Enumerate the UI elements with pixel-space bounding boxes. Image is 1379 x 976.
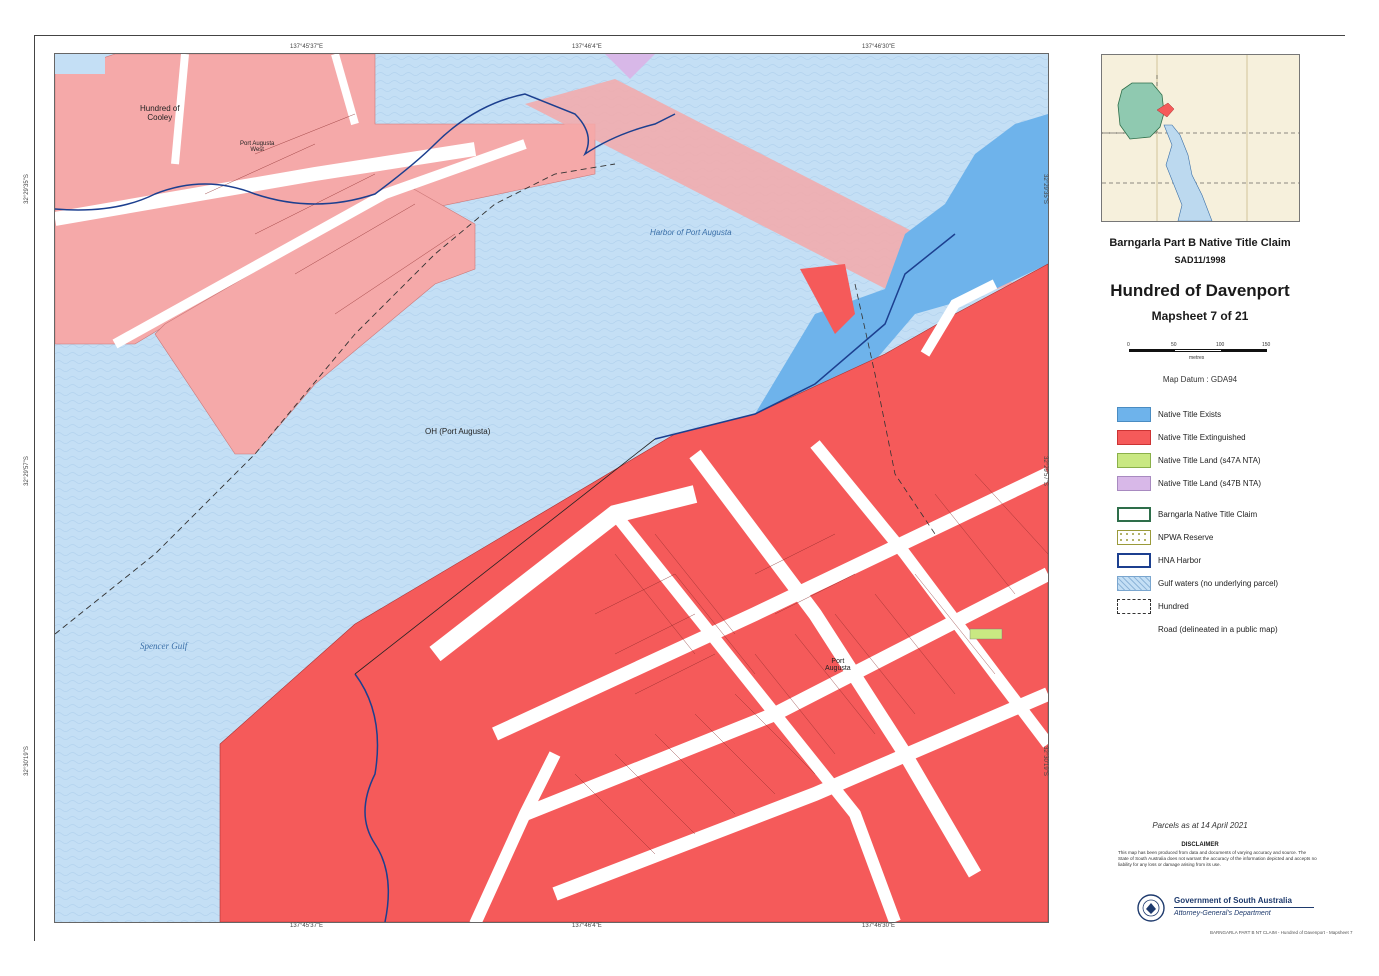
scale-label-1: 50 — [1171, 342, 1177, 348]
tick-bottom-1: 137°45'37"E — [290, 923, 324, 929]
tick-right-1: 32°29'35"S — [1041, 174, 1048, 204]
gov-divider — [1174, 907, 1314, 908]
tick-bottom-2: 137°46'4"E — [572, 923, 602, 929]
water-corner — [55, 54, 105, 74]
legend-swatch — [1117, 407, 1151, 422]
legend-label: Native Title Land (s47A NTA) — [1158, 456, 1261, 465]
label-harbor: Harbor of Port Augusta — [650, 228, 732, 237]
claim-code: SAD11/1998 — [1174, 255, 1226, 265]
legend-swatch — [1117, 553, 1151, 568]
legend-swatch — [1117, 599, 1151, 614]
legend-swatch — [1117, 507, 1151, 522]
map-frame[interactable]: Hundred of Cooley Port Augusta West Harb… — [54, 53, 1049, 923]
legend-swatch — [1117, 530, 1151, 545]
legend-label: Gulf waters (no underlying parcel) — [1158, 579, 1279, 588]
map-canvas — [55, 54, 1048, 922]
legend-swatch — [1117, 622, 1151, 637]
legend-item-s47b: Native Title Land (s47B NTA) — [1117, 476, 1327, 492]
scale-unit: metres — [1189, 355, 1205, 361]
tick-top-2: 137°46'4"E — [572, 44, 602, 50]
s47a-parcel — [969, 628, 1003, 640]
mapsheet-title: Mapsheet 7 of 21 — [1151, 309, 1249, 323]
scale-seg-3 — [1221, 349, 1267, 352]
tick-top-1: 137°45'37"E — [290, 44, 324, 50]
tick-bottom-3: 137°46'30"E — [862, 923, 896, 929]
disclaimer-title: DISCLAIMER — [1181, 842, 1219, 848]
map-datum: Map Datum : GDA94 — [1162, 375, 1238, 384]
tick-right-3: 32°30'19"S — [1041, 746, 1048, 776]
legend-item-claim: Barngarla Native Title Claim — [1117, 507, 1327, 523]
legend-item-s47a: Native Title Land (s47A NTA) — [1117, 453, 1327, 469]
government-logo: Government of South Australia Attorney-G… — [1136, 893, 1316, 925]
locator-svg — [1102, 55, 1299, 221]
locator-inset-map[interactable] — [1101, 54, 1300, 222]
tick-top-3: 137°46'30"E — [862, 44, 896, 50]
scale-label-2: 100 — [1216, 342, 1225, 348]
tick-left-3: 32°30'19"S — [23, 746, 30, 776]
legend-item-hundred: Hundred — [1117, 599, 1327, 615]
scale-label-3: 150 — [1262, 342, 1271, 348]
legend-swatch — [1117, 476, 1151, 491]
legend-label: Hundred — [1158, 602, 1189, 611]
legend-item-hna-harbor: HNA Harbor — [1117, 553, 1327, 569]
scale-label-0: 0 — [1127, 342, 1130, 348]
legend-label: Road (delineated in a public map) — [1158, 625, 1278, 634]
label-port-augusta: Port Augusta — [825, 658, 851, 672]
legend-item-road: Road (delineated in a public map) — [1117, 622, 1327, 638]
legend-item-nt-exists: Native Title Exists — [1117, 407, 1327, 423]
legend-label: Native Title Land (s47B NTA) — [1158, 479, 1262, 488]
label-hundred-cooley: Hundred of Cooley — [140, 104, 180, 122]
scale-bar: 0 50 100 150 metres — [1125, 342, 1275, 362]
parcels-date: Parcels as at 14 April 2021 — [1152, 821, 1248, 830]
sa-crest-icon — [1137, 894, 1165, 922]
tick-right-2: 32°29'57"S — [1041, 456, 1048, 486]
disclaimer-text: This map has been produced from data and… — [1118, 850, 1317, 867]
claim-title: Barngarla Part B Native Title Claim — [1109, 237, 1291, 249]
gov-name: Government of South Australia — [1174, 896, 1292, 905]
gov-dept: Attorney-General's Department — [1174, 910, 1271, 917]
legend-item-npwa: NPWA Reserve — [1117, 530, 1327, 546]
legend-item-nt-extinguished: Native Title Extinguished — [1117, 430, 1327, 446]
legend-label: HNA Harbor — [1158, 556, 1202, 565]
legend-label: Barngarla Native Title Claim — [1158, 510, 1258, 519]
footer-code: BARNGARLA PART B NT CLAIM - Hundred of D… — [1210, 930, 1353, 935]
label-oh-port-augusta: OH (Port Augusta) — [425, 427, 491, 436]
label-port-augusta-west: Port Augusta West — [240, 141, 275, 153]
legend-label: Native Title Extinguished — [1158, 433, 1246, 442]
legend-label: NPWA Reserve — [1158, 533, 1214, 542]
tick-left-1: 32°29'35"S — [23, 174, 30, 204]
legend-swatch — [1117, 453, 1151, 468]
hundred-title: Hundred of Davenport — [1110, 281, 1290, 300]
label-spencer-gulf: Spencer Gulf — [140, 641, 188, 651]
legend-panel: Barngarla Part B Native Title Claim SAD1… — [1070, 53, 1352, 935]
legend-label: Native Title Exists — [1158, 410, 1222, 419]
legend-swatch — [1117, 576, 1151, 591]
legend-swatch — [1117, 430, 1151, 445]
scale-seg-2 — [1175, 349, 1221, 352]
legend-item-gulf: Gulf waters (no underlying parcel) — [1117, 576, 1327, 592]
scale-seg-1 — [1129, 349, 1175, 352]
tick-left-2: 32°29'57"S — [23, 456, 30, 486]
